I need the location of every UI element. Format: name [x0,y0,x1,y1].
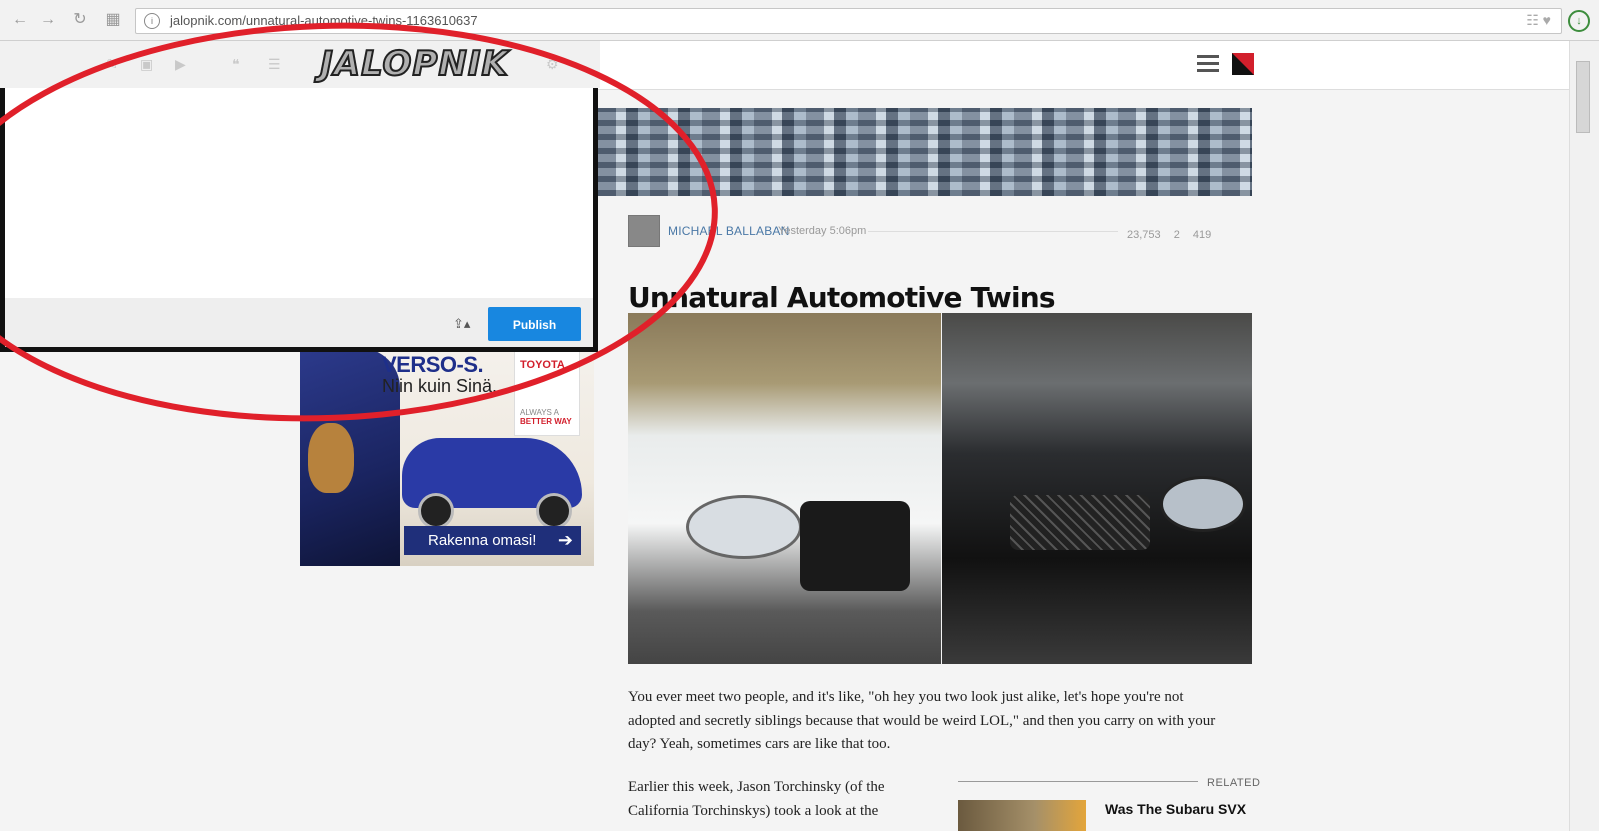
article-body: You ever meet two people, and it's like,… [628,686,1228,757]
bookmark-icon[interactable]: ☷ ♥ [1526,12,1551,29]
ad-slogan-line2: BETTER WAY [520,417,572,426]
settings-icon[interactable]: ⚙ [546,56,559,73]
ad-wheel [418,493,454,529]
author-name-link[interactable]: MICHAEL BALLABAN [668,224,789,238]
hamburger-menu-icon[interactable] [1197,55,1219,73]
post-editor-panel[interactable]: ⇪▴ Publish [0,88,598,352]
article-title: Unnatural Automotive Twins [628,280,1056,314]
back-arrow-icon[interactable]: ← [10,10,30,30]
browser-toolbar: ← → ↻ ▦ i jalopnik.com/unnatural-automot… [0,0,1599,41]
image-icon[interactable]: ▣ [140,56,153,73]
ad-teddy-bear-image [308,423,354,493]
ad-slogan-line1: ALWAYS A [520,408,559,417]
advertisement[interactable]: VERSO-S. Niin kuin Sinä. TOYOTA ALWAYS A… [300,348,594,566]
headlight-left [686,495,802,559]
likes-count[interactable]: 2 [1174,229,1180,241]
ad-cta-label: Rakenna omasi! [428,532,537,549]
comments-count[interactable]: 419 [1193,229,1211,241]
ad-tagline: Niin kuin Sinä. [382,376,498,396]
paragraph-2: Earlier this week, Jason Torchinsky (of … [628,779,885,819]
ad-cta-button[interactable]: Rakenna omasi! ➔ [404,526,581,555]
ad-model: VERSO-S. [382,352,484,377]
page-info-icon[interactable]: i [144,13,160,29]
white-vw-gli-photo [628,313,941,664]
download-extension-icon[interactable]: ↓ [1568,10,1590,32]
apps-grid-icon[interactable]: ▦ [103,10,123,30]
post-stats: 23,753 2 419 [1127,229,1221,241]
network-logo[interactable] [1232,53,1254,75]
list-icon[interactable]: ☰ [268,56,281,73]
avatar[interactable] [628,215,660,247]
jalopnik-logo[interactable]: JALOPNIK [300,43,529,85]
editor-footer: ⇪▴ Publish [5,298,593,347]
video-icon[interactable]: ▶ [175,56,186,73]
post-time[interactable]: Yesterday 5:06pm [778,225,866,237]
ad-wheel [536,493,572,529]
url-text: jalopnik.com/unnatural-automotive-twins-… [170,13,478,28]
paragraph-1: You ever meet two people, and it's like,… [628,689,1216,752]
ad-brand: TOYOTA [520,359,565,371]
meta-divider [868,231,1118,232]
ad-slogan: ALWAYS A BETTER WAY [520,408,576,426]
share-icon[interactable]: ⇪▴ [453,316,470,332]
hero-banner-image [598,108,1252,196]
scroll-thumb[interactable] [1576,61,1590,133]
publish-button[interactable]: Publish [488,307,581,341]
address-bar[interactable]: i jalopnik.com/unnatural-automotive-twin… [135,8,1562,34]
link-icon[interactable]: ✎ [106,56,118,73]
views-count: 23,753 [1127,229,1161,241]
article-image[interactable] [628,313,1252,664]
forward-arrow-icon[interactable]: → [38,10,58,30]
related-label: RELATED [1207,777,1261,789]
grille-left [800,501,910,591]
quote-icon[interactable]: ❝ [232,56,240,73]
black-suzuki-kizashi-photo [942,313,1252,664]
arrow-right-icon: ➔ [557,530,573,550]
related-title-link[interactable]: Was The Subaru SVX [1105,801,1246,817]
grille-right [1010,495,1150,550]
reload-icon[interactable]: ↻ [70,10,90,30]
related-thumbnail[interactable] [958,800,1086,831]
page-scrollbar[interactable] [1569,41,1599,831]
related-divider [958,781,1198,782]
headlight-right [1160,476,1246,532]
